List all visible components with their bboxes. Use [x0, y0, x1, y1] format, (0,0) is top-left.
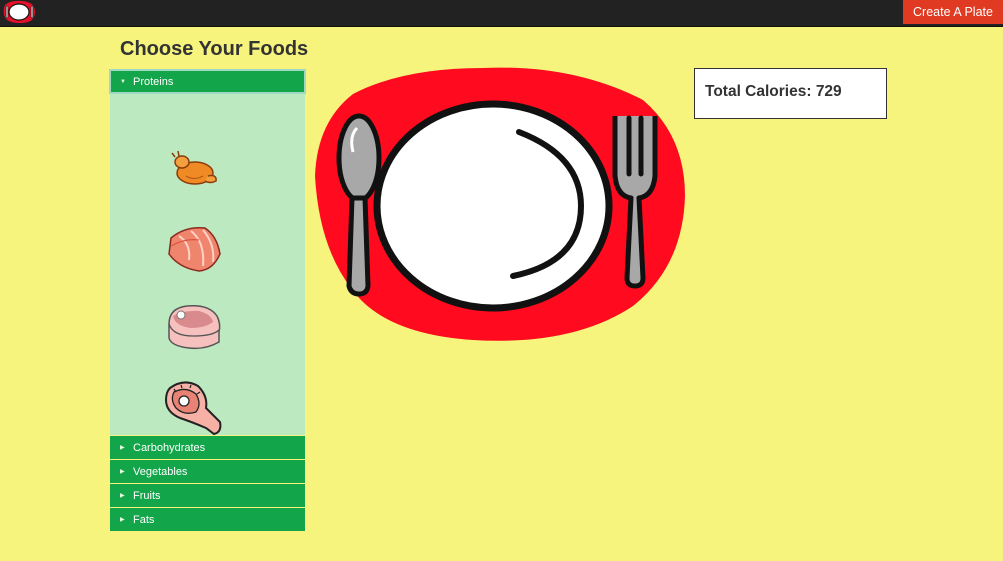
plate-icon	[373, 100, 613, 312]
chevron-right-icon: ▶	[120, 517, 125, 523]
steak-icon[interactable]	[162, 378, 224, 438]
category-header-fats[interactable]: ▶ Fats	[110, 508, 305, 531]
food-category-accordion: ▼ Proteins ▶ Carbohydrates ▶ Vegetables …	[109, 69, 306, 532]
salmon-fillet-icon[interactable]	[165, 224, 223, 274]
category-header-carbohydrates[interactable]: ▶ Carbohydrates	[110, 436, 305, 459]
top-navigation-bar: Create A Plate	[0, 0, 1003, 27]
total-calories-label: Total Calories: 729	[705, 83, 842, 100]
page-title: Choose Your Foods	[120, 38, 309, 60]
category-label: Proteins	[133, 75, 174, 88]
total-calories-box: Total Calories: 729	[694, 68, 887, 119]
category-label: Carbohydrates	[133, 441, 206, 454]
chevron-right-icon: ▶	[120, 493, 125, 499]
roast-chicken-icon[interactable]	[170, 148, 218, 188]
category-header-proteins[interactable]: ▼ Proteins	[109, 69, 306, 94]
plate-logo-icon[interactable]	[2, 0, 36, 24]
ham-slice-icon[interactable]	[165, 302, 223, 352]
category-header-fruits[interactable]: ▶ Fruits	[110, 484, 305, 507]
chevron-right-icon: ▶	[120, 445, 125, 451]
category-header-vegetables[interactable]: ▶ Vegetables	[110, 460, 305, 483]
category-label: Fruits	[133, 489, 161, 502]
plate-drop-area[interactable]	[313, 66, 688, 344]
category-label: Fats	[133, 513, 155, 526]
chevron-down-icon: ▼	[120, 78, 126, 85]
create-plate-button[interactable]: Create A Plate	[903, 0, 1003, 24]
chevron-right-icon: ▶	[120, 469, 125, 475]
category-label: Vegetables	[133, 465, 188, 478]
proteins-panel	[110, 94, 305, 438]
